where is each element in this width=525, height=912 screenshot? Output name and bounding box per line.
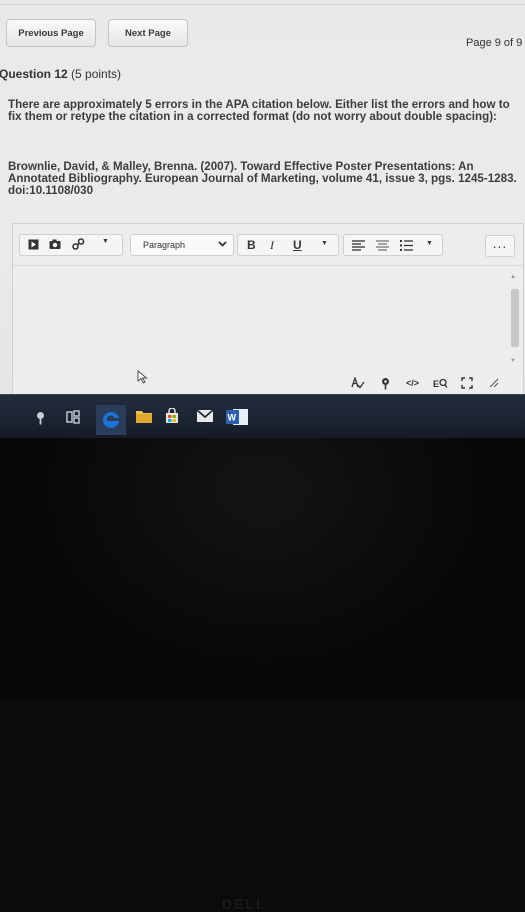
italic-button[interactable]: I [270,238,274,253]
monitor-bezel: DELL [0,438,525,912]
paragraph-tools-group: ▼ [343,234,443,256]
mail-icon[interactable] [197,410,213,422]
file-explorer-icon[interactable] [136,409,152,423]
top-divider [0,4,525,5]
paragraph-format-select[interactable]: Paragraph [130,234,234,256]
paragraph-select-label: Paragraph [143,240,186,250]
brand-logo: DELL [222,896,267,912]
list-dropdown-icon[interactable]: ▼ [426,240,433,247]
edge-browser-icon[interactable] [96,405,126,435]
mouse-pointer-icon [137,370,149,387]
scroll-up-icon[interactable]: ▲ [510,274,516,280]
dropdown-chevron-icon[interactable]: ▼ [102,238,109,245]
more-actions-button[interactable]: ... [485,235,515,257]
question-title: Question 12 (5 points) [0,67,121,81]
editor-toolbar: ▼ Paragraph B I U ▼ ▼ ... [13,224,523,266]
resize-handle-icon[interactable] [489,374,499,392]
task-view-icon[interactable] [66,410,80,424]
rich-text-editor: ▼ Paragraph B I U ▼ ▼ ... ▲ ▼ </> E [12,223,524,399]
bold-button[interactable]: B [247,238,256,252]
insert-media-icon[interactable] [28,239,39,250]
html-source-icon[interactable]: </> [406,374,419,392]
find-replace-icon[interactable]: E [433,374,448,392]
svg-text:W: W [228,413,237,423]
list-icon[interactable] [400,239,413,252]
next-page-button[interactable]: Next Page [108,19,188,47]
question-number: Question 12 [0,67,68,81]
accessibility-icon[interactable] [379,374,392,392]
fullscreen-icon[interactable] [461,374,473,392]
word-icon[interactable]: W [226,408,248,426]
dropdown-chevron-icon[interactable]: ▼ [321,240,328,247]
chevron-down-icon [218,239,227,250]
search-icon[interactable] [36,411,45,425]
text-format-group: B I U ▼ [237,234,339,256]
scroll-down-icon[interactable]: ▼ [510,358,516,364]
question-prompt: There are approximately 5 errors in the … [8,98,510,123]
insert-image-icon[interactable] [49,239,61,250]
page-indicator: Page 9 of 9 [466,37,523,49]
spellcheck-icon[interactable] [351,374,365,392]
citation-line: doi:10.1108/030 [8,184,94,197]
browser-viewport: Previous Page Next Page Page 9 of 9 Ques… [0,0,525,412]
answer-text-area[interactable] [13,266,508,371]
citation-block: Brownlie, David, & Malley, Brenna. (2007… [8,161,520,197]
align-left-icon[interactable] [352,240,365,251]
svg-text:E: E [433,379,439,389]
question-points: (5 points) [71,67,122,81]
align-center-icon[interactable] [376,240,389,251]
insert-link-icon[interactable] [72,238,85,250]
previous-page-button[interactable]: Previous Page [6,19,96,47]
editor-scrollbar[interactable] [511,289,519,347]
underline-button[interactable]: U [293,238,302,252]
insert-tools-group: ▼ [19,234,123,256]
windows-taskbar: W [0,394,525,439]
store-icon[interactable] [164,408,180,424]
